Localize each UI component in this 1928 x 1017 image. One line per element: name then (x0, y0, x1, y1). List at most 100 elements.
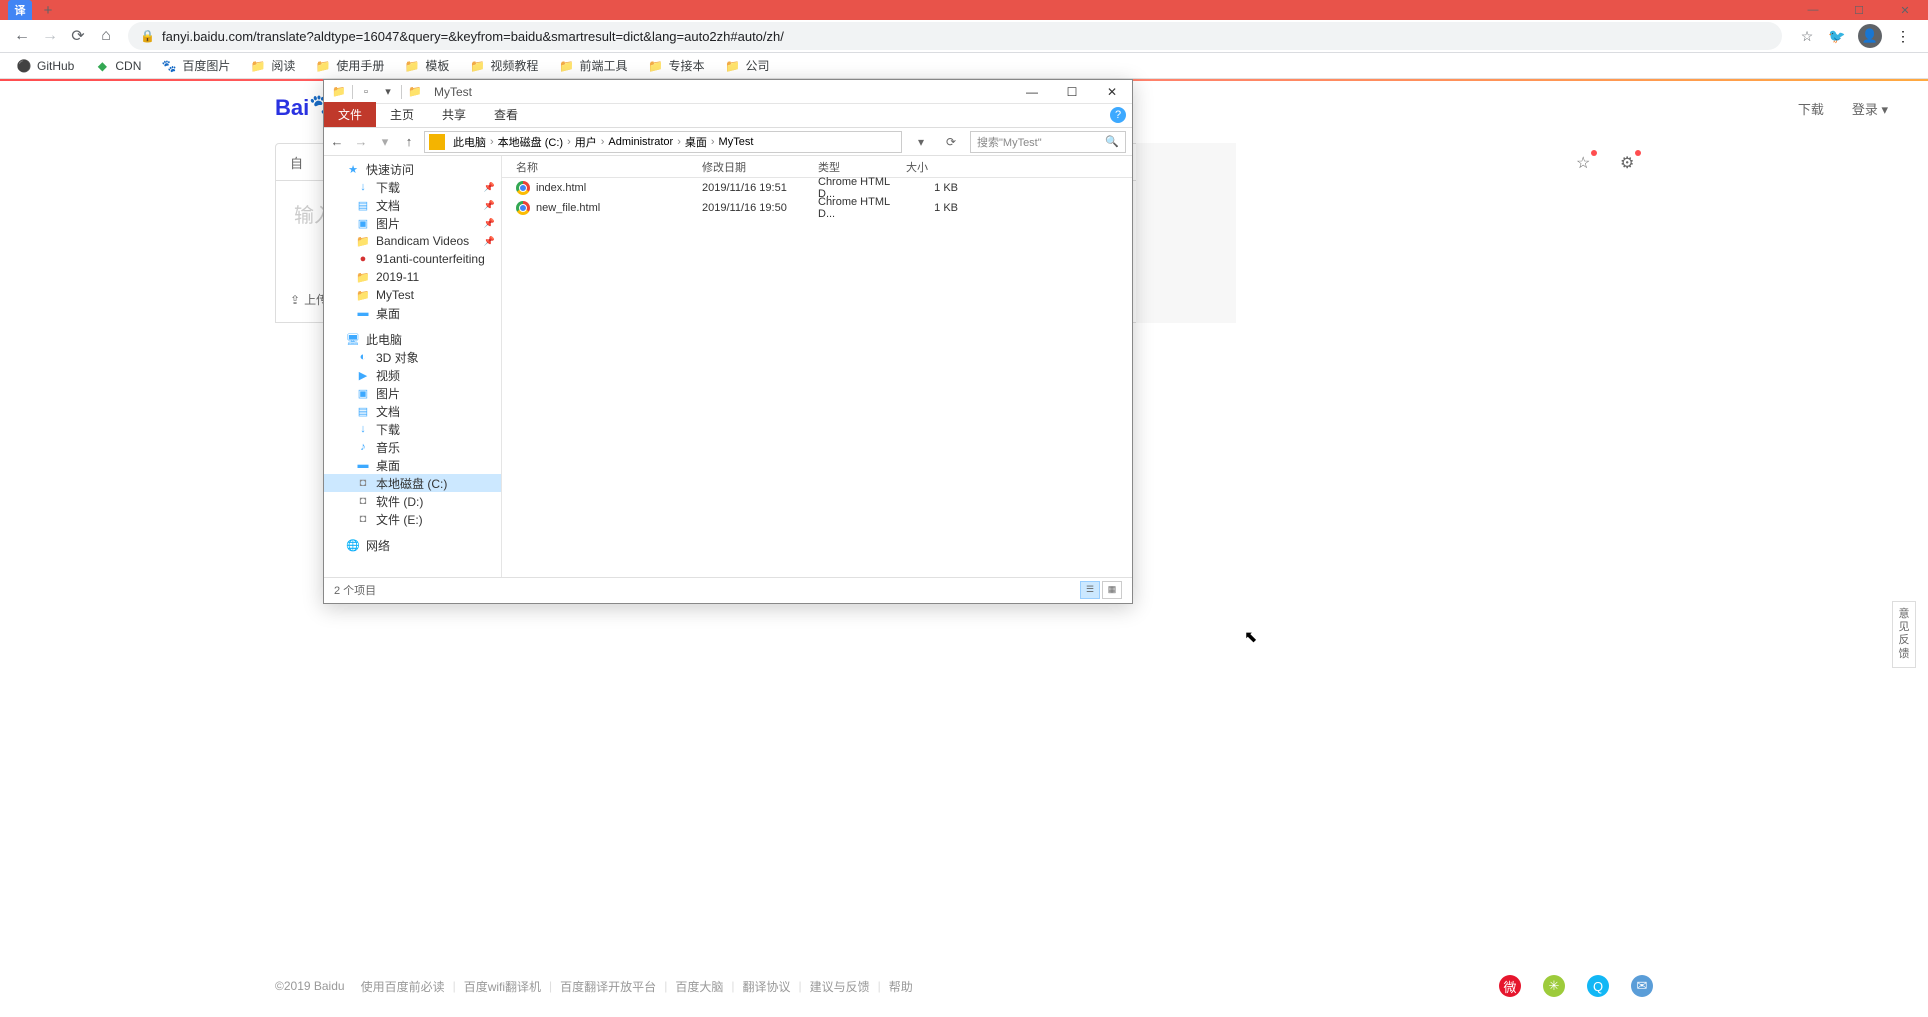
footer-social: 微 ✳ Q ✉ (1499, 975, 1653, 997)
bookmark-item[interactable]: 📁视频教程 (469, 57, 538, 74)
footer-link[interactable]: 百度wifi翻译机 (464, 978, 541, 995)
breadcrumb-item[interactable]: 用户 (571, 134, 601, 150)
tree-item[interactable]: ▶视频 (324, 366, 501, 384)
explorer-up-button[interactable]: ↑ (402, 134, 416, 149)
active-tab[interactable]: 译 (8, 0, 32, 20)
extension-icon-1[interactable]: 🐦 (1828, 27, 1846, 45)
tree-item-icon: ◘ (356, 476, 370, 490)
tree-item[interactable]: 📁2019-11 (324, 268, 501, 286)
tree-item[interactable]: ↓下载📌 (324, 178, 501, 196)
file-row[interactable]: index.html2019/11/16 19:51Chrome HTML D.… (502, 178, 1132, 198)
menu-icon[interactable]: ⋮ (1894, 27, 1912, 45)
gear-icon[interactable]: ⚙ (1620, 153, 1638, 171)
ribbon-tab[interactable]: 主页 (376, 102, 428, 127)
bookmark-item[interactable]: 📁公司 (724, 57, 769, 74)
footer-link[interactable]: 百度翻译开放平台 (560, 978, 656, 995)
tree-item[interactable]: ●91anti-counterfeiting (324, 250, 501, 268)
footer-link[interactable]: 建议与反馈 (810, 978, 870, 995)
ribbon-tab[interactable]: 查看 (480, 102, 532, 127)
tree-item[interactable]: ◘本地磁盘 (C:) (324, 474, 501, 492)
details-view-button[interactable]: ☰ (1080, 581, 1100, 599)
tree-item[interactable]: ↓下载 (324, 420, 501, 438)
column-date[interactable]: 修改日期 (702, 159, 818, 175)
bookmark-item[interactable]: 📁阅读 (250, 57, 295, 74)
social-icon[interactable]: ✉ (1631, 975, 1653, 997)
bookmark-item[interactable]: 🐾百度图片 (161, 57, 230, 74)
breadcrumb-item[interactable]: Administrator (604, 136, 677, 148)
maximize-button[interactable]: ☐ (1836, 0, 1882, 20)
close-button[interactable]: ✕ (1882, 0, 1928, 20)
bookmark-item[interactable]: ⚫GitHub (16, 58, 74, 74)
column-size[interactable]: 大小 (906, 159, 966, 175)
breadcrumb[interactable]: 此电脑›本地磁盘 (C:)›用户›Administrator›桌面›MyTest (424, 131, 902, 153)
refresh-button[interactable]: ⟳ (940, 135, 962, 149)
qat-icon-2[interactable]: ▾ (377, 83, 399, 101)
star-icon[interactable]: ☆ (1798, 27, 1816, 45)
breadcrumb-item[interactable]: MyTest (715, 136, 758, 148)
bookmark-item[interactable]: 📁模板 (404, 57, 449, 74)
file-row[interactable]: new_file.html2019/11/16 19:50Chrome HTML… (502, 198, 1132, 218)
profile-avatar[interactable]: 👤 (1858, 24, 1882, 48)
reload-button[interactable]: ⟳ (64, 22, 92, 50)
footer-link[interactable]: 帮助 (889, 978, 913, 995)
back-button[interactable]: ← (8, 22, 36, 50)
tree-item[interactable]: 🌐网络 (324, 536, 501, 554)
qat-icon-1[interactable]: ▫ (355, 83, 377, 101)
explorer-close-button[interactable]: ✕ (1092, 80, 1132, 104)
social-icon[interactable]: Q (1587, 975, 1609, 997)
bookmark-item[interactable]: ◆CDN (94, 58, 141, 74)
breadcrumb-dropdown[interactable]: ▾ (910, 135, 932, 149)
explorer-back-button[interactable]: ← (330, 134, 344, 149)
social-icon[interactable]: ✳ (1543, 975, 1565, 997)
tree-item[interactable]: 📁Bandicam Videos📌 (324, 232, 501, 250)
footer-link[interactable]: 使用百度前必读 (361, 978, 445, 995)
home-button[interactable]: ⌂ (92, 22, 120, 50)
download-link[interactable]: 下载 (1798, 99, 1824, 118)
explorer-maximize-button[interactable]: ☐ (1052, 80, 1092, 104)
tree-item[interactable]: ▬桌面 (324, 304, 501, 322)
bookmark-item[interactable]: 📁前端工具 (558, 57, 627, 74)
explorer-minimize-button[interactable]: — (1012, 80, 1052, 104)
tree-item[interactable]: ◘文件 (E:) (324, 510, 501, 528)
breadcrumb-item[interactable]: 此电脑 (449, 134, 490, 150)
bookmark-item[interactable]: 📁使用手册 (315, 57, 384, 74)
bookmarks-bar: ⚫GitHub ◆CDN 🐾百度图片 📁阅读 📁使用手册 📁模板 📁视频教程 📁前端工具 📁专接… (0, 53, 1928, 79)
minimize-button[interactable]: — (1790, 0, 1836, 20)
tree-item[interactable]: ★快速访问 (324, 160, 501, 178)
explorer-forward-button[interactable]: → (354, 134, 368, 149)
forward-button[interactable]: → (36, 22, 64, 50)
explorer-history-dropdown[interactable]: ▾ (378, 134, 392, 150)
bookmark-item[interactable]: 📁专接本 (647, 57, 704, 74)
breadcrumb-item[interactable]: 桌面 (681, 134, 711, 150)
search-placeholder: 搜索"MyTest" (977, 134, 1042, 150)
tree-item[interactable]: ♪音乐 (324, 438, 501, 456)
tree-item-icon: ▣ (356, 216, 370, 230)
column-type[interactable]: 类型 (818, 159, 906, 175)
social-icon[interactable]: 微 (1499, 975, 1521, 997)
tree-item[interactable]: ▤文档📌 (324, 196, 501, 214)
footer-link[interactable]: 翻译协议 (742, 978, 790, 995)
tree-item[interactable]: ▣图片📌 (324, 214, 501, 232)
ribbon-tab[interactable]: 共享 (428, 102, 480, 127)
new-tab-button[interactable]: + (34, 0, 62, 20)
omnibox[interactable]: 🔒 fanyi.baidu.com/translate?aldtype=1604… (128, 22, 1782, 50)
star-tool-icon[interactable]: ☆ (1576, 153, 1594, 171)
tree-item[interactable]: ▬桌面 (324, 456, 501, 474)
ribbon-tab[interactable]: 文件 (324, 102, 376, 127)
column-name[interactable]: 名称 (502, 159, 702, 175)
tree-item[interactable]: ◘软件 (D:) (324, 492, 501, 510)
feedback-tab[interactable]: 意见反馈 (1892, 601, 1916, 668)
login-button[interactable]: 登录 ▾ (1852, 99, 1888, 118)
tree-item[interactable]: 📁MyTest (324, 286, 501, 304)
tree-item[interactable]: ▣图片 (324, 384, 501, 402)
footer-link[interactable]: 百度大脑 (675, 978, 723, 995)
bookmark-icon: 📁 (404, 58, 420, 74)
tree-item[interactable]: ▤文档 (324, 402, 501, 420)
explorer-search-input[interactable]: 搜索"MyTest" 🔍 (970, 131, 1126, 153)
icons-view-button[interactable]: ▦ (1102, 581, 1122, 599)
help-icon[interactable]: ? (1110, 107, 1126, 123)
tree-item[interactable]: 🖥此电脑 (324, 330, 501, 348)
folder-icon[interactable]: 📁 (328, 83, 350, 101)
breadcrumb-item[interactable]: 本地磁盘 (C:) (494, 134, 567, 150)
tree-item[interactable]: ◐3D 对象 (324, 348, 501, 366)
